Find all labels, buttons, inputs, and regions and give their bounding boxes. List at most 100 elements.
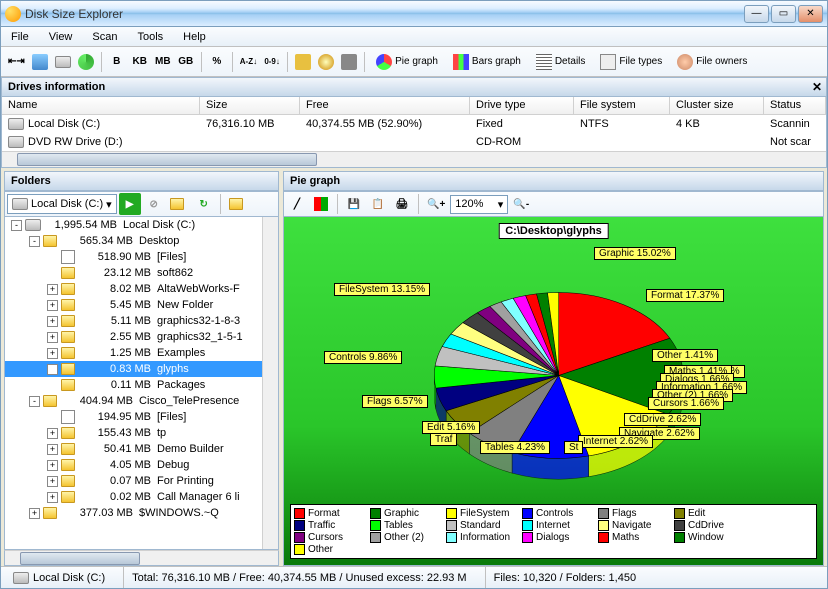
expand-toggle[interactable]: +: [47, 316, 58, 327]
pie-slice-label: Traf: [430, 433, 457, 446]
expand-toggle[interactable]: +: [47, 300, 58, 311]
tree-node[interactable]: +155.43 MBtp: [5, 425, 278, 441]
percent-button[interactable]: %: [206, 51, 228, 73]
expand-toggle[interactable]: +: [47, 332, 58, 343]
drive-row[interactable]: Local Disk (C:) 76,316.10 MB 40,374.55 M…: [2, 115, 826, 133]
expand-toggle[interactable]: +: [47, 348, 58, 359]
tree-node[interactable]: +5.11 MBgraphics32-1-8-3: [5, 313, 278, 329]
zoom-combo[interactable]: 120%▾: [450, 195, 508, 214]
chart-bg-button[interactable]: [310, 193, 332, 215]
sort-az-button[interactable]: A-Z↓: [237, 51, 260, 73]
zoom-in-button[interactable]: 🔍+: [424, 193, 448, 215]
export-button[interactable]: [292, 51, 314, 73]
col-name[interactable]: Name: [2, 97, 200, 114]
unit-gb-button[interactable]: GB: [175, 51, 197, 73]
stop-button[interactable]: ⊘: [143, 193, 165, 215]
drives-scrollbar[interactable]: [2, 151, 826, 167]
chart-line-button[interactable]: ╱: [286, 193, 308, 215]
col-size[interactable]: Size: [200, 97, 300, 114]
tree-node[interactable]: +4.05 MBDebug: [5, 457, 278, 473]
open-folder-button[interactable]: [167, 193, 191, 215]
drives-panel-close-button[interactable]: ✕: [812, 80, 822, 94]
sort-09-button[interactable]: 0-9↓: [261, 51, 283, 73]
legend-item: Edit: [674, 508, 746, 519]
pie-graph-button[interactable]: Pie graph: [369, 51, 445, 73]
menu-scan[interactable]: Scan: [88, 29, 121, 45]
file-types-button[interactable]: File types: [593, 51, 669, 73]
bars-graph-button[interactable]: Bars graph: [446, 51, 528, 73]
folder-tree[interactable]: -1,995.54 MBLocal Disk (C:)-565.34 MBDes…: [4, 217, 279, 550]
file-owners-button[interactable]: File owners: [670, 51, 754, 73]
neighborhood-button[interactable]: [52, 51, 74, 73]
tree-node[interactable]: +50.41 MBDemo Builder: [5, 441, 278, 457]
legend-item: Internet: [522, 520, 594, 531]
up-button[interactable]: [226, 193, 250, 215]
tree-node[interactable]: +0.83 MBglyphs: [5, 361, 278, 377]
tree-node[interactable]: 0.11 MBPackages: [5, 377, 278, 393]
maximize-button[interactable]: ▭: [771, 5, 796, 23]
copy-chart-button[interactable]: 📋: [367, 193, 389, 215]
close-button[interactable]: ✕: [798, 5, 823, 23]
pie-chart-view[interactable]: C:\Desktop\glyphs Graphic 15.02%Format 1…: [283, 217, 824, 566]
drives-button[interactable]: [29, 51, 51, 73]
menu-tools[interactable]: Tools: [133, 29, 167, 45]
expand-toggle[interactable]: +: [47, 364, 58, 375]
tree-hscroll[interactable]: [4, 550, 279, 566]
zoom-out-button[interactable]: 🔍-: [510, 193, 532, 215]
expand-toggle[interactable]: +: [29, 508, 40, 519]
menu-help[interactable]: Help: [179, 29, 210, 45]
unit-bytes-button[interactable]: B: [106, 51, 128, 73]
tree-node[interactable]: 194.95 MB[Files]: [5, 409, 278, 425]
tree-node[interactable]: +8.02 MBAltaWebWorks-F: [5, 281, 278, 297]
tree-node[interactable]: -565.34 MBDesktop: [5, 233, 278, 249]
minimize-button[interactable]: —: [744, 5, 769, 23]
col-fs[interactable]: File system: [574, 97, 670, 114]
col-type[interactable]: Drive type: [470, 97, 574, 114]
unit-mb-button[interactable]: MB: [152, 51, 174, 73]
tree-node[interactable]: +0.02 MBCall Manager 6 li: [5, 489, 278, 505]
tree-node[interactable]: +0.07 MBFor Printing: [5, 473, 278, 489]
folder-toolbar: Local Disk (C:) ▾ ▶ ⊘ ↻: [4, 191, 279, 217]
tree-vscroll[interactable]: [262, 217, 278, 549]
tree-node[interactable]: +2.55 MBgraphics32_1-5-1: [5, 329, 278, 345]
details-button[interactable]: Details: [529, 51, 593, 73]
expand-toggle[interactable]: +: [47, 428, 58, 439]
expand-toggle[interactable]: -: [29, 396, 40, 407]
expand-toggle[interactable]: +: [47, 284, 58, 295]
tree-node[interactable]: 23.12 MBsoft862: [5, 265, 278, 281]
pie-toolbar: ╱ 💾 📋 🖨 🔍+ 120%▾ 🔍-: [283, 191, 824, 217]
go-button[interactable]: ▶: [119, 193, 141, 215]
drive-row[interactable]: DVD RW Drive (D:) CD-ROM Not scar: [2, 133, 826, 151]
menu-file[interactable]: File: [7, 29, 33, 45]
menu-view[interactable]: View: [45, 29, 77, 45]
drives-grid: Name Size Free Drive type File system Cl…: [1, 97, 827, 168]
pie-slice-label: St: [564, 441, 583, 454]
options-button[interactable]: [338, 51, 360, 73]
expand-all-button[interactable]: ⇤⇥: [5, 51, 28, 73]
tree-node[interactable]: -404.94 MBCisco_TelePresence: [5, 393, 278, 409]
tree-node[interactable]: 518.90 MB[Files]: [5, 249, 278, 265]
expand-toggle[interactable]: +: [47, 460, 58, 471]
col-cluster[interactable]: Cluster size: [670, 97, 764, 114]
drive-combo[interactable]: Local Disk (C:) ▾: [7, 194, 117, 214]
tree-node[interactable]: +1.25 MBExamples: [5, 345, 278, 361]
filter-button[interactable]: [315, 51, 337, 73]
print-chart-button[interactable]: 🖨: [391, 193, 413, 215]
save-chart-button[interactable]: 💾: [343, 193, 365, 215]
drives-panel-title: Drives information: [8, 81, 105, 93]
col-status[interactable]: Status: [764, 97, 826, 114]
tree-node[interactable]: +377.03 MB$WINDOWS.~Q: [5, 505, 278, 521]
legend-item: Dialogs: [522, 532, 594, 543]
tree-node[interactable]: -1,995.54 MBLocal Disk (C:): [5, 217, 278, 233]
expand-toggle[interactable]: +: [47, 444, 58, 455]
col-free[interactable]: Free: [300, 97, 470, 114]
expand-toggle[interactable]: +: [47, 476, 58, 487]
expand-toggle[interactable]: +: [47, 492, 58, 503]
rescan-button[interactable]: ↻: [193, 193, 215, 215]
unit-kb-button[interactable]: KB: [129, 51, 151, 73]
refresh-button[interactable]: [75, 51, 97, 73]
expand-toggle[interactable]: -: [11, 220, 22, 231]
pie-panel-header: Pie graph: [283, 171, 824, 191]
tree-node[interactable]: +5.45 MBNew Folder: [5, 297, 278, 313]
expand-toggle[interactable]: -: [29, 236, 40, 247]
